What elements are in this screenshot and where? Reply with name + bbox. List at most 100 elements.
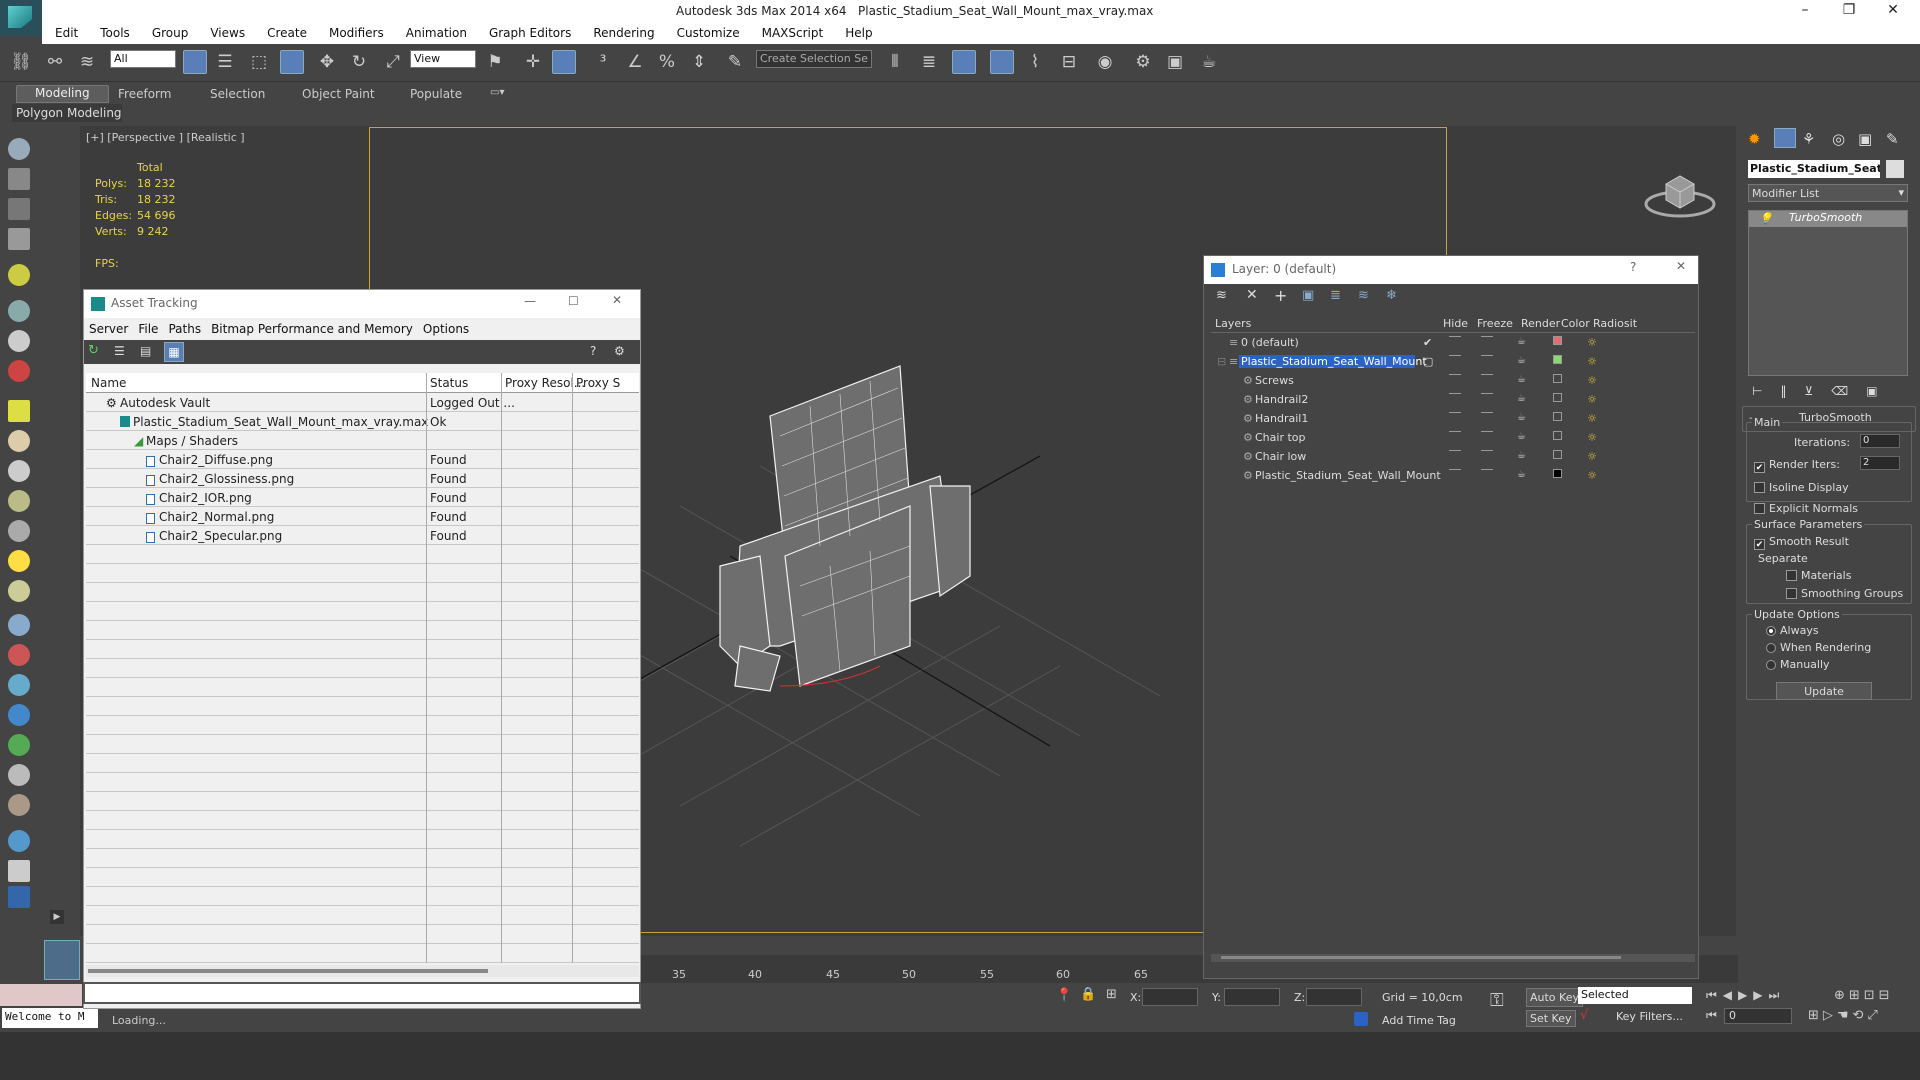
go-start-icon[interactable]: ⏮ (1706, 1008, 1717, 1023)
layer-row[interactable]: ⚙ Plastic_Stadium_Seat_Wall_Mount ☕ ☼ (1211, 466, 1695, 485)
hemisphere-icon[interactable] (8, 430, 30, 452)
tube-icon[interactable] (8, 490, 30, 512)
select-manipulate-icon[interactable]: ✛ (520, 49, 546, 75)
collapse-icon[interactable]: ⊟ (1217, 355, 1226, 368)
radiosity-bulb-icon[interactable]: ☼ (1585, 412, 1599, 426)
render-teapot-icon[interactable]: ☕ (1517, 431, 1526, 442)
radiosity-bulb-icon[interactable]: ☼ (1585, 355, 1599, 369)
add-time-tag-label[interactable]: Add Time Tag (1382, 1014, 1456, 1027)
layer-color-swatch[interactable] (1553, 412, 1562, 421)
column-header-hide[interactable]: Hide (1443, 317, 1468, 330)
edit-named-selection-icon[interactable]: ✎ (722, 49, 748, 75)
when-rendering-radio[interactable] (1766, 643, 1776, 653)
menu-views[interactable]: Views (199, 24, 256, 40)
key-curve-icon[interactable]: √ (1580, 1008, 1588, 1023)
layer-row[interactable]: ⚙ Handrail1 ☕ ☼ (1211, 409, 1695, 428)
grid-view-icon[interactable]: ▦ (164, 342, 184, 362)
layer-row[interactable]: ⊟ ≡ Plastic_Stadium_Seat_Wall_Mount ▢ ☕ … (1211, 352, 1695, 371)
expand-arrow-icon[interactable]: ▶ (50, 910, 64, 924)
new-layer-icon[interactable]: ≋ (1216, 288, 1227, 303)
rendered-frame-icon[interactable]: ▣ (1162, 49, 1188, 75)
menu-create[interactable]: Create (256, 24, 318, 40)
render-teapot-icon[interactable]: ☕ (1517, 355, 1526, 366)
maxscript-listener-field[interactable]: Welcome to M (2, 1008, 98, 1028)
menu-group[interactable]: Group (141, 24, 200, 40)
hierarchy-tab-icon[interactable]: ⚘ (1802, 130, 1815, 148)
column-header-proxy-status[interactable]: Proxy S (576, 376, 620, 390)
render-teapot-icon[interactable]: ☕ (1517, 469, 1526, 480)
graphite-toggle-icon[interactable] (990, 50, 1014, 74)
key-mode-dropdown[interactable]: Selected (1578, 987, 1692, 1004)
update-button[interactable]: Update (1776, 682, 1872, 700)
isoline-checkbox[interactable] (1754, 482, 1765, 493)
menu-modifiers[interactable]: Modifiers (318, 24, 395, 40)
tab-populate[interactable]: Populate (410, 87, 462, 101)
tab-object-paint[interactable]: Object Paint (302, 87, 375, 101)
shape-icon[interactable] (8, 400, 30, 422)
key-filters-button[interactable]: Key Filters... (1616, 1010, 1683, 1023)
schematic-view-icon[interactable]: ⊟ (1056, 49, 1082, 75)
shell-icon[interactable] (8, 794, 30, 816)
isoline-row[interactable]: Isoline Display (1754, 481, 1849, 494)
always-row[interactable]: Always (1766, 624, 1819, 637)
named-selection-dropdown[interactable]: Create Selection Se (756, 50, 872, 68)
table-row[interactable]: Chair2_Diffuse.png Found (86, 450, 639, 469)
render-iters-checkbox[interactable]: ✔ (1754, 462, 1765, 473)
radiosity-bulb-icon[interactable]: ☼ (1585, 431, 1599, 445)
scrollbar-thumb[interactable] (1221, 956, 1621, 959)
add-to-layer-icon[interactable]: + (1274, 286, 1287, 305)
column-header-layers[interactable]: Layers (1215, 317, 1251, 330)
freeze-toggle[interactable] (1481, 431, 1493, 432)
scale-icon[interactable]: ⤢ (380, 49, 406, 75)
angle-snap-icon[interactable]: ∠ (622, 49, 648, 75)
hide-toggle[interactable] (1449, 374, 1461, 375)
menu-graph-editors[interactable]: Graph Editors (478, 24, 582, 40)
create-tab-icon[interactable]: ✹ (1748, 130, 1761, 148)
explicit-normals-checkbox[interactable] (1754, 503, 1765, 514)
render-teapot-icon[interactable]: ☕ (1196, 49, 1222, 75)
table-row[interactable]: Chair2_IOR.png Found (86, 488, 639, 507)
minimize-button[interactable]: – (1790, 2, 1820, 22)
container-icon[interactable] (8, 860, 30, 882)
layer-color-swatch[interactable] (1553, 469, 1562, 478)
table-row[interactable]: ⚙ Autodesk Vault Logged Out ... (86, 393, 639, 412)
column-header-render[interactable]: Render (1521, 317, 1560, 330)
tab-selection[interactable]: Selection (210, 87, 265, 101)
hide-toggle[interactable] (1449, 469, 1461, 470)
help-icon[interactable]: ? (590, 344, 596, 358)
plane-icon[interactable] (8, 228, 30, 250)
hide-toggle[interactable] (1449, 450, 1461, 451)
grid-icon[interactable] (8, 198, 30, 220)
freeze-toggle[interactable] (1481, 469, 1493, 470)
menu-customize[interactable]: Customize (666, 24, 751, 40)
lock-icon[interactable]: 🔒 (1080, 987, 1096, 1002)
freeze-toggle[interactable] (1481, 412, 1493, 413)
render-setup-icon[interactable]: ⚙ (1130, 49, 1156, 75)
horizontal-scrollbar[interactable] (86, 965, 639, 977)
freeze-toggle[interactable] (1481, 336, 1493, 337)
always-radio[interactable] (1766, 626, 1776, 636)
layer-color-swatch[interactable] (1553, 374, 1562, 383)
mirror-icon[interactable]: ⫴ (882, 49, 908, 75)
nav-controls-row1[interactable]: ⊕⊞⊡⊟ (1834, 988, 1894, 1003)
render-teapot-icon[interactable]: ☕ (1517, 450, 1526, 461)
table-row[interactable]: Chair2_Normal.png Found (86, 507, 639, 526)
table-row[interactable]: Plastic_Stadium_Seat_Wall_Mount_max_vray… (86, 412, 639, 431)
snaps-toggle-icon[interactable]: ³ (590, 49, 616, 75)
biped-icon[interactable] (8, 674, 30, 696)
column-header-radiosity[interactable]: Radiosit (1593, 317, 1637, 330)
modify-tab-icon[interactable] (1774, 128, 1796, 148)
materials-row[interactable]: Materials (1786, 569, 1851, 582)
delete-layer-icon[interactable]: ✕ (1246, 287, 1258, 303)
auto-key-button[interactable]: Auto Key (1526, 988, 1583, 1007)
teapot-icon[interactable] (8, 138, 30, 160)
viewport-layout-tab[interactable] (44, 940, 80, 980)
layer-row[interactable]: ⚙ Handrail2 ☕ ☼ (1211, 390, 1695, 409)
materials-checkbox[interactable] (1786, 570, 1797, 581)
freeze-toggle[interactable] (1481, 374, 1493, 375)
column-header-proxy-resolution[interactable]: Proxy Resol... (505, 376, 585, 390)
maxscript-mini-listener[interactable] (0, 984, 82, 1006)
menu-tools[interactable]: Tools (89, 24, 141, 40)
nav-controls-row2[interactable]: ⊞▷☚⟲⤢ (1808, 1008, 1882, 1023)
display-tab-icon[interactable]: ▣ (1858, 130, 1872, 148)
